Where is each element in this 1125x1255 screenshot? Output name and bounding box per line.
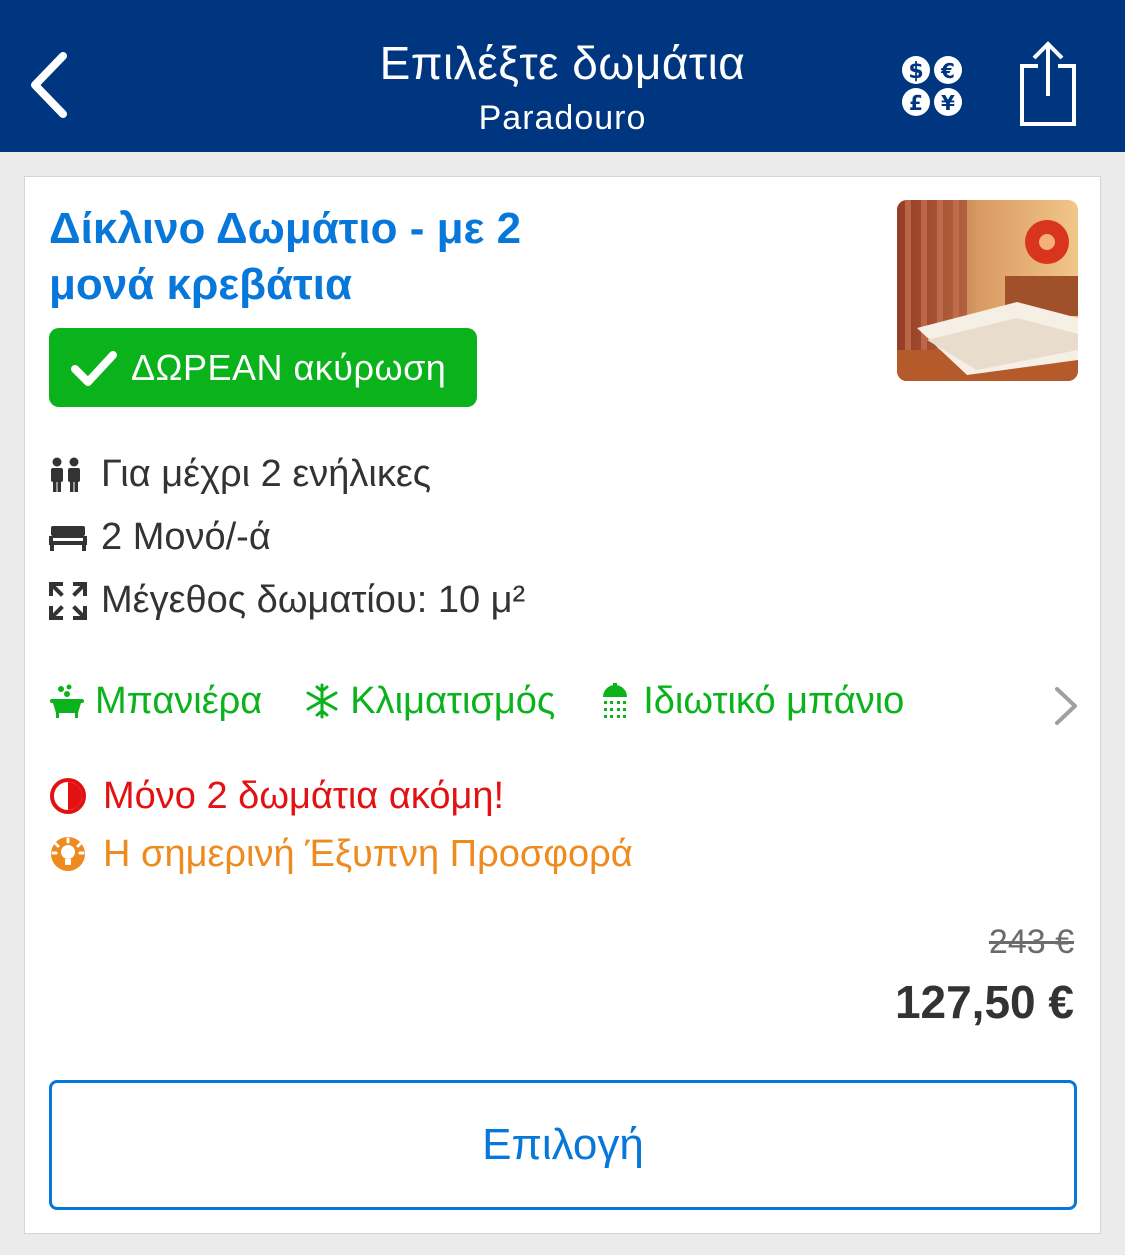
fact-guests-text: Για μέχρι 2 ενήλικες (101, 453, 432, 495)
rooms-left-text: Μόνο 2 δωμάτια ακόμη! (103, 774, 505, 817)
smart-deal-alert: Η σημερινή Έξυπνη Προσφορά (49, 825, 633, 883)
smart-deal-icon (49, 834, 89, 874)
svg-text:£: £ (909, 91, 923, 115)
svg-text:$: $ (908, 59, 923, 84)
hotel-name: Paradouro (478, 99, 647, 137)
bathtub-icon (49, 681, 87, 721)
shower-icon (597, 681, 635, 721)
page-title: Επιλέξτε δωμάτια (379, 37, 746, 89)
rooms-left-alert: Μόνο 2 δωμάτια ακόμη! (49, 767, 633, 825)
svg-text:€: € (940, 59, 955, 83)
room-title[interactable]: Δίκλινο Δωμάτιο - με 2 μονά κρεβάτια (49, 201, 649, 313)
room-size-icon (49, 581, 89, 621)
amenities-row[interactable]: Μπανιέρα Κλιματισμός Ιδιωτικό μπάνιο (49, 671, 1079, 731)
fact-guests: Για μέχρι 2 ενήλικες (49, 443, 525, 506)
amenity-air-conditioning: Κλιματισμός (304, 680, 555, 723)
amenities-more-button[interactable] (1049, 683, 1083, 729)
amenity-air-conditioning-text: Κλιματισμός (350, 679, 556, 722)
header-title-block: Επιλέξτε δωμάτια Paradouro (260, 36, 865, 138)
amenity-bathtub: Μπανιέρα (49, 680, 262, 723)
chevron-right-icon (1055, 687, 1077, 725)
select-room-label: Επιλογή (482, 1120, 644, 1169)
room-facts: Για μέχρι 2 ενήλικες 2 Μονό/-ά Μέγεθος δ… (49, 443, 525, 632)
fact-beds: 2 Μονό/-ά (49, 506, 525, 569)
share-icon (1020, 41, 1076, 126)
current-price: 127,50 € (894, 976, 1074, 1028)
room-photo[interactable] (897, 200, 1078, 381)
free-cancellation-badge: ΔΩΡΕΑΝ ακύρωση (49, 328, 477, 407)
back-button[interactable] (14, 45, 84, 125)
amenity-bathtub-text: Μπανιέρα (95, 679, 263, 722)
original-price: 243 € (988, 923, 1074, 961)
amenity-private-bathroom-text: Ιδιωτικό μπάνιο (643, 679, 905, 722)
chevron-left-icon (31, 52, 67, 118)
share-button[interactable] (1012, 40, 1084, 130)
currency-button[interactable]: $ € £ ¥ (898, 52, 970, 122)
free-cancellation-label: ΔΩΡΕΑΝ ακύρωση (131, 346, 447, 388)
amenity-private-bathroom: Ιδιωτικό μπάνιο (597, 680, 904, 723)
fact-room-size-text: Μέγεθος δωματίου: 10 μ² (101, 579, 526, 621)
checkmark-icon (71, 350, 117, 386)
room-title-line-2: μονά κρεβάτια (49, 260, 352, 309)
room-card: Δίκλινο Δωμάτιο - με 2 μονά κρεβάτια ΔΩΡ… (24, 176, 1101, 1234)
room-photo-image (897, 200, 1078, 381)
fact-beds-text: 2 Μονό/-ά (101, 516, 271, 558)
bed-icon (49, 518, 89, 558)
guests-icon (49, 455, 89, 495)
snowflake-icon (304, 681, 342, 721)
room-title-line-1: Δίκλινο Δωμάτιο - με 2 (49, 204, 522, 253)
top-navigation-bar: Επιλέξτε δωμάτια Paradouro $ € £ ¥ (0, 0, 1125, 152)
room-alerts: Μόνο 2 δωμάτια ακόμη! Η σημερινή Έξυπνη … (49, 767, 633, 883)
currency-icon: $ € £ ¥ (902, 56, 962, 116)
select-room-button[interactable]: Επιλογή (49, 1080, 1077, 1210)
fact-room-size: Μέγεθος δωματίου: 10 μ² (49, 569, 525, 632)
svg-text:¥: ¥ (941, 91, 955, 115)
timer-pie-icon (49, 776, 89, 816)
smart-deal-text: Η σημερινή Έξυπνη Προσφορά (103, 832, 633, 875)
